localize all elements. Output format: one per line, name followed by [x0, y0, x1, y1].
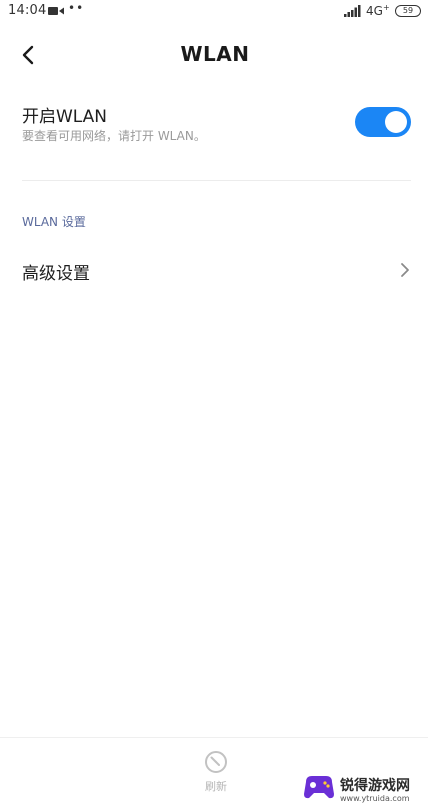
watermark-url: www.ytruida.com — [340, 794, 410, 803]
watermark: 锐得游戏网 www.ytruida.com — [300, 772, 428, 810]
signal-strength-icon — [344, 5, 361, 17]
battery-icon: 59 — [395, 5, 421, 17]
status-bar: 14:04 •• 4G+ 59 — [0, 0, 428, 24]
section-header-wlan-settings: WLAN 设置 — [22, 215, 86, 229]
refresh-label: 刷新 — [205, 780, 227, 793]
wlan-toggle-label: 开启WLAN — [22, 107, 108, 127]
notification-dots: •• — [68, 1, 85, 15]
battery-level: 59 — [402, 6, 414, 15]
gamepad-logo-icon — [304, 776, 334, 799]
page-title: WLAN — [180, 42, 250, 66]
advanced-settings-label: 高级设置 — [22, 264, 90, 284]
advanced-settings-item[interactable]: 高级设置 — [0, 248, 428, 292]
video-recording-icon — [48, 7, 64, 15]
header: WLAN — [0, 32, 428, 78]
watermark-name: 锐得游戏网 — [340, 778, 410, 794]
network-type: 4G+ — [366, 3, 390, 18]
refresh-icon — [205, 751, 227, 773]
refresh-button[interactable]: 刷新 — [193, 750, 239, 800]
divider — [22, 180, 411, 181]
chevron-right-icon — [401, 263, 409, 277]
status-time: 14:04 — [8, 3, 47, 18]
wlan-toggle-description: 要查看可用网络，请打开 WLAN。 — [22, 129, 206, 143]
wlan-toggle-row[interactable]: 开启WLAN 要查看可用网络，请打开 WLAN。 — [0, 96, 428, 156]
wlan-toggle-switch[interactable] — [355, 107, 411, 137]
toggle-knob — [385, 111, 407, 133]
